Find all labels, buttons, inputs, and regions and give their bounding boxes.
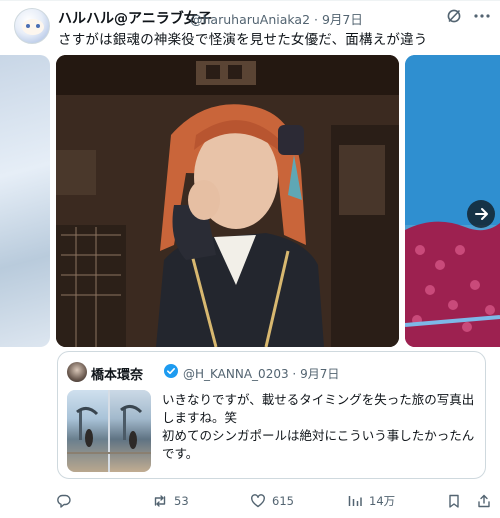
- retweet-count: 53: [174, 494, 189, 508]
- quoted-tweet[interactable]: 橋本環奈 @H_KANNA_0203 · 9月7日 いきなりですが、載せるタイミ…: [57, 351, 486, 479]
- view-count: 14万: [369, 494, 396, 508]
- action-bar: 53 615 14万: [0, 487, 500, 515]
- more-icon[interactable]: [472, 7, 492, 25]
- like-button[interactable]: 615: [250, 492, 294, 510]
- like-icon: [251, 494, 265, 508]
- reply-button[interactable]: [56, 492, 72, 510]
- bookmark-icon: [449, 494, 459, 508]
- author-avatar[interactable]: [14, 8, 50, 44]
- views-icon: [348, 496, 362, 506]
- share-button[interactable]: [476, 492, 492, 510]
- grok-icon[interactable]: [446, 8, 462, 24]
- retweet-icon: [154, 495, 166, 507]
- quoted-text: いきなりですが、載せるタイミングを失った旅の写真出 しますね。笑 初めてのシンガ…: [162, 392, 475, 461]
- author-handle-date[interactable]: @haruharuAniaka2 · 9月7日: [190, 9, 363, 28]
- quoted-handle[interactable]: @H_KANNA_0203: [183, 367, 289, 381]
- reply-icon: [57, 494, 71, 508]
- media-image-main[interactable]: [56, 55, 399, 347]
- author-name[interactable]: ハルハル@アニラブ女子: [58, 8, 212, 28]
- quoted-author-name[interactable]: 橋本環奈: [91, 364, 143, 383]
- next-media-button[interactable]: [467, 200, 495, 228]
- tweet-date[interactable]: 9月7日: [322, 12, 363, 27]
- quoted-author-avatar[interactable]: [67, 362, 87, 382]
- like-count: 615: [272, 494, 294, 508]
- verified-icon: [164, 364, 178, 378]
- next-arrow-icon: [475, 208, 488, 220]
- retweet-button[interactable]: 53: [152, 492, 189, 510]
- tweet[interactable]: ハルハル@アニラブ女子 @haruharuAniaka2 · 9月7日 さすがは…: [0, 0, 500, 518]
- tweet-text: さすがは銀魂の神楽役で怪演を見せた女優だ、面構えが違う: [58, 32, 428, 48]
- quoted-media-thumbnail[interactable]: [67, 390, 151, 472]
- media-carousel[interactable]: [0, 55, 500, 347]
- photo-scene: [56, 55, 399, 347]
- share-icon: [478, 494, 490, 508]
- media-image-previous[interactable]: [0, 55, 50, 347]
- author-handle[interactable]: @haruharuAniaka2: [190, 12, 310, 27]
- bookmark-button[interactable]: [446, 492, 462, 510]
- quoted-date[interactable]: 9月7日: [300, 367, 339, 381]
- views-button[interactable]: 14万: [347, 492, 395, 510]
- quoted-handle-date[interactable]: @H_KANNA_0203 · 9月7日: [183, 365, 339, 382]
